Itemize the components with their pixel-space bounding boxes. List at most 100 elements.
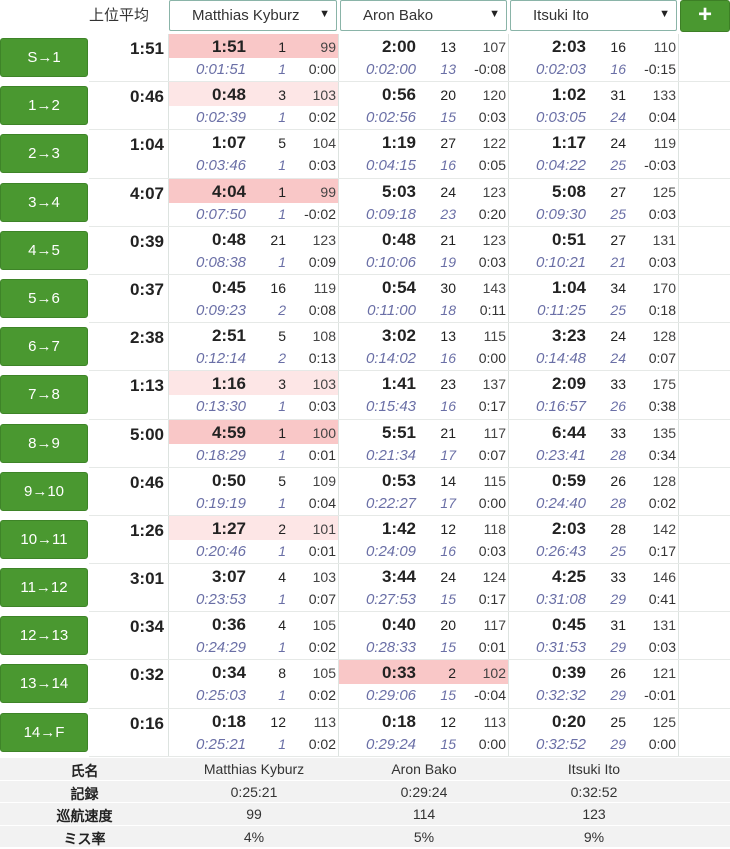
cumulative-rank: 25 [610, 301, 626, 318]
leg-button[interactable]: 5→6 [0, 278, 88, 318]
avg-cell: 1:26 [89, 515, 169, 565]
leg-time: 1:27 [211, 518, 246, 538]
summary-row: 記録 0:25:21 0:29:24 0:32:52 [0, 779, 730, 802]
leg-time: 5:08 [551, 181, 586, 201]
cumulative-time: 0:07:50 [195, 205, 246, 223]
leg-split-line: 0:50 5 109 [169, 468, 338, 492]
leg-split-line: 0:18 12 113 [169, 709, 338, 733]
summary-value: 123 [582, 806, 606, 822]
leg-button[interactable]: 4→5 [0, 230, 88, 270]
time-difference: 0:01 [478, 639, 506, 656]
leg-split-line: 1:51 1 99 [169, 34, 338, 58]
avg-cell: 0:34 [89, 612, 169, 661]
leg-rank: 28 [610, 520, 626, 537]
leg-percent: 131 [652, 617, 676, 634]
cumulative-line: 0:20:46 1 0:01 [169, 540, 338, 564]
leg-percent: 103 [312, 376, 336, 393]
leg-split-line: 0:40 20 117 [339, 612, 508, 636]
cumulative-time: 0:02:39 [195, 109, 246, 127]
leg-button[interactable]: 11→12 [0, 568, 88, 608]
leg-percent: 124 [482, 569, 506, 586]
leg-button[interactable]: 1→2 [0, 86, 88, 126]
leg-button[interactable]: 9→10 [0, 471, 88, 511]
leg-button[interactable]: 13→14 [0, 664, 88, 704]
player-select-1[interactable]: Matthias Kyburz ▼ [169, 0, 337, 31]
player-select-2[interactable]: Aron Bako ▼ [340, 0, 507, 31]
leg-rank: 13 [440, 39, 456, 55]
empty-column [679, 516, 730, 564]
leg-button[interactable]: 14→F [0, 712, 88, 752]
player-select-3[interactable]: Itsuki Ito ▼ [510, 0, 677, 31]
leg-split-line: 0:33 2 102 [339, 660, 508, 685]
time-difference: 0:05 [478, 157, 506, 174]
leg-button[interactable]: 3→4 [0, 182, 88, 222]
cumulative-time: 0:02:00 [365, 61, 416, 78]
cumulative-time: 0:22:27 [365, 494, 416, 512]
leg-percent: 123 [482, 183, 506, 200]
leg-button[interactable]: 6→7 [0, 327, 88, 367]
cumulative-rank: 28 [610, 446, 626, 463]
player-split-cell: 1:19 27 122 0:04:15 16 0:05 [339, 130, 509, 179]
leg-rank: 1 [278, 183, 286, 200]
leg-rank: 25 [610, 713, 626, 730]
player-split-cell: 0:36 4 105 0:24:29 1 0:02 [169, 612, 339, 661]
cumulative-rank: 2 [278, 301, 286, 318]
leg-button[interactable]: 8→9 [0, 423, 88, 463]
leg-time: 5:51 [381, 422, 416, 442]
time-difference: 0:03 [308, 157, 336, 174]
leg-split-line: 2:03 28 142 [509, 516, 678, 540]
leg-rank: 21 [440, 231, 456, 248]
cumulative-time: 0:10:21 [535, 253, 586, 271]
cumulative-time: 0:14:02 [365, 350, 416, 368]
cumulative-rank: 24 [610, 350, 626, 367]
leg-button[interactable]: 10→11 [0, 519, 88, 559]
summary-label: 氏名 [70, 763, 99, 779]
time-difference: -0:08 [474, 61, 506, 77]
leg-split-line: 0:48 21 123 [339, 227, 508, 251]
cumulative-rank: 1 [278, 253, 286, 270]
leg-button[interactable]: 2→3 [0, 134, 88, 174]
leg-column: 7→8 [0, 371, 89, 420]
leg-percent: 119 [313, 279, 336, 296]
avg-split-time: 5:00 [129, 424, 164, 444]
table-row: 13→14 0:32 0:34 8 105 0:25:03 1 0:02 0:33 2 102 0:2… [0, 660, 730, 709]
cumulative-rank: 16 [440, 398, 456, 415]
leg-split-line: 2:03 16 110 [509, 34, 678, 58]
summary-value: 0:25:21 [230, 783, 278, 800]
player-split-cell: 0:45 16 119 0:09:23 2 0:08 [169, 274, 339, 324]
leg-rank: 26 [610, 665, 626, 682]
cumulative-time: 0:02:56 [365, 109, 416, 127]
leg-split-line: 1:17 24 119 [509, 130, 678, 154]
cumulative-rank: 1 [278, 157, 286, 174]
cumulative-time: 0:24:09 [365, 542, 416, 560]
leg-percent: 101 [312, 520, 336, 537]
leg-button[interactable]: S→1 [0, 38, 88, 77]
time-difference: 0:07 [648, 350, 676, 367]
cumulative-line: 0:01:51 1 0:00 [169, 58, 338, 82]
cumulative-line: 0:16:57 26 0:38 [509, 395, 678, 419]
cumulative-time: 0:11:25 [537, 301, 586, 319]
cumulative-rank: 29 [610, 639, 626, 656]
leg-time: 3:07 [211, 567, 246, 587]
leg-button[interactable]: 7→8 [0, 375, 88, 415]
player-split-cell: 0:45 31 131 0:31:53 29 0:03 [509, 612, 679, 661]
cumulative-line: 0:24:40 28 0:02 [509, 492, 678, 516]
leg-button[interactable]: 12→13 [0, 616, 88, 656]
leg-time: 1:19 [381, 133, 416, 153]
leg-time: 0:36 [211, 615, 246, 635]
avg-cell: 0:37 [89, 274, 169, 324]
cumulative-line: 0:14:02 16 0:00 [339, 347, 508, 371]
summary-label: 巡航速度 [56, 808, 113, 824]
leg-rank: 27 [610, 183, 626, 200]
player-split-cell: 0:48 21 123 0:10:06 19 0:03 [339, 226, 509, 275]
time-difference: 0:03 [478, 542, 506, 559]
cumulative-time: 0:23:53 [195, 591, 246, 609]
cumulative-rank: 21 [610, 253, 626, 270]
leg-time: 2:03 [551, 518, 586, 538]
cumulative-time: 0:12:14 [195, 350, 246, 368]
leg-percent: 102 [482, 665, 506, 682]
empty-column [679, 130, 730, 178]
add-player-button[interactable]: + [680, 0, 730, 32]
player-split-cell: 0:48 3 103 0:02:39 1 0:02 [169, 82, 339, 131]
cumulative-time: 0:21:34 [365, 446, 416, 464]
